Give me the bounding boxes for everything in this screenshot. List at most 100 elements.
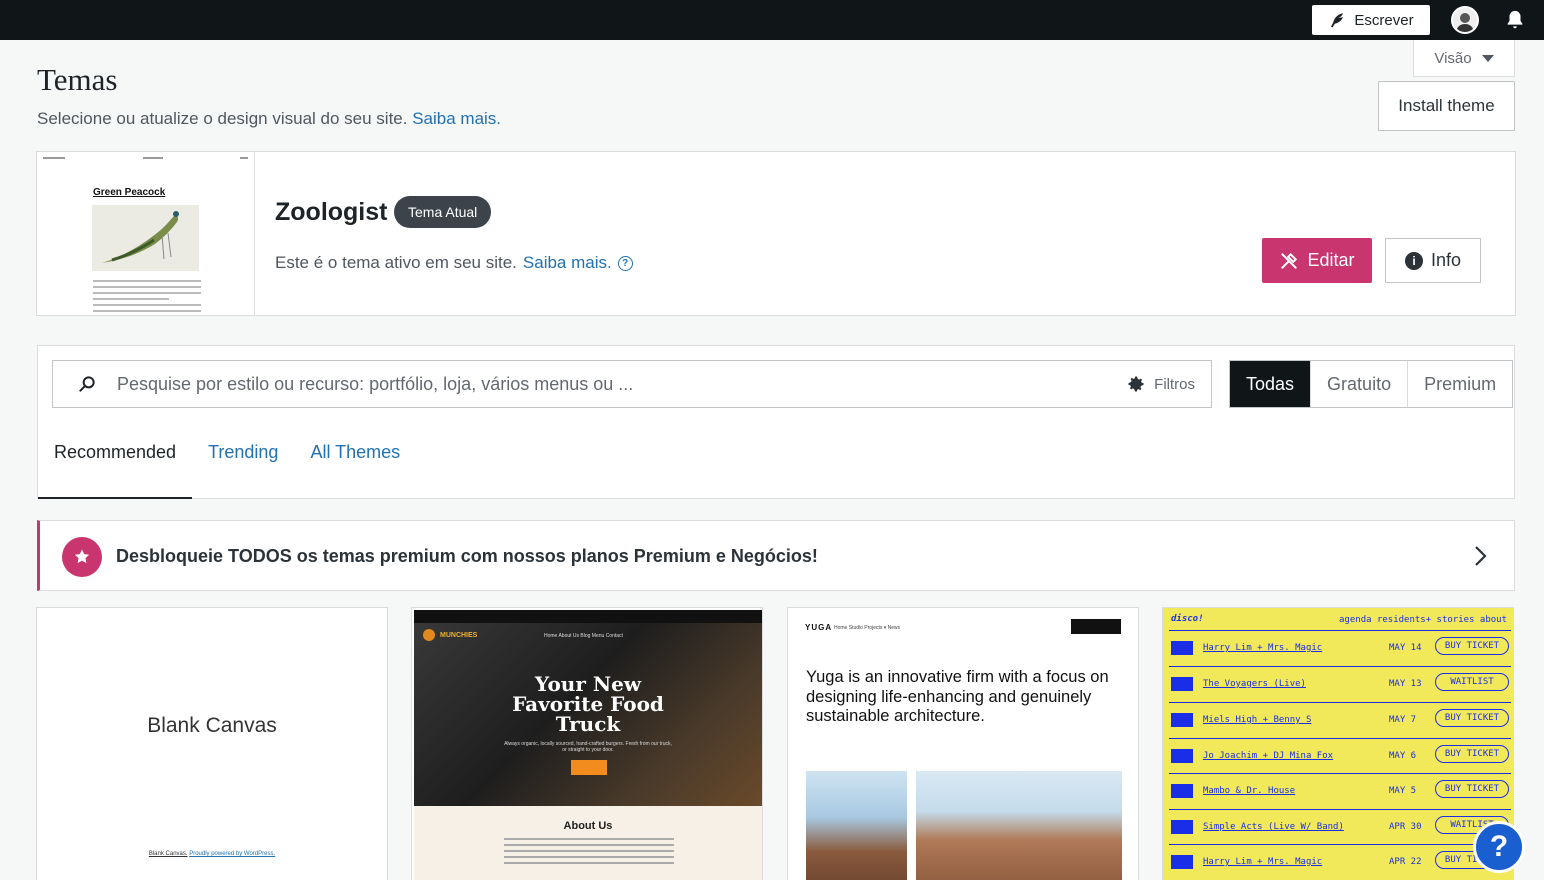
blank-canvas-title: Blank Canvas: [147, 714, 277, 737]
event-date: MAY 14: [1389, 643, 1422, 653]
food-truck-tagline: Always organic, locally sourced, hand-cr…: [504, 741, 672, 753]
user-avatar[interactable]: [1451, 6, 1479, 34]
feather-pen-icon: [1331, 13, 1344, 28]
event-name: Miels High + Benny S: [1203, 715, 1312, 725]
theme-card-disco[interactable]: disco! agenda residents+ stories about H…: [1162, 607, 1514, 880]
event-ticket: BUY TICKET: [1435, 709, 1509, 727]
event-thumb-icon: [1171, 677, 1193, 691]
current-theme-description: Este é o tema ativo em seu site. Saiba m…: [275, 253, 633, 273]
blank-canvas-footer-text: Proudly powered by WordPress.: [189, 851, 276, 857]
blank-canvas-footer-link: Blank Canvas.: [148, 851, 188, 857]
disco-event-row: Harry Lim + Mrs. Magic APR 22 BUY TICKET: [1169, 844, 1511, 879]
theme-info-button[interactable]: i Info: [1385, 238, 1481, 283]
yuga-headline: Yuga is an innovative firm with a focus …: [806, 668, 1109, 725]
event-date: APR 22: [1389, 857, 1422, 867]
disco-event-row: Jo Joachim + DJ Mina Fox MAY 6 BUY TICKE…: [1169, 738, 1511, 773]
page-subtitle: Selecione ou atualize o design visual do…: [37, 109, 501, 129]
search-icon: [79, 376, 95, 392]
theme-search-panel: Filtros Todas Gratuito Premium Recommend…: [37, 345, 1515, 499]
theme-info-label: Info: [1430, 250, 1462, 270]
page-title: Temas: [37, 62, 118, 97]
view-dropdown[interactable]: Visão: [1413, 40, 1515, 77]
filters-label: Filtros: [1154, 375, 1195, 393]
help-button[interactable]: ?: [1473, 821, 1525, 873]
current-theme-badge: Tema Atual: [394, 196, 492, 228]
disco-event-row: Mambo & Dr. House MAY 5 BUY TICKET: [1169, 773, 1511, 808]
learn-more-link[interactable]: Saiba mais.: [412, 109, 501, 128]
pricing-segmented-control: Todas Gratuito Premium: [1229, 360, 1514, 408]
thumbnail-nav: [43, 157, 248, 161]
event-thumb-icon: [1171, 749, 1193, 763]
current-theme-name: Zoologist: [275, 198, 388, 226]
current-theme-card: Green Peacock Zoologist Tema Atual Este …: [36, 151, 1516, 316]
event-ticket: BUY TICKET: [1435, 780, 1509, 798]
event-date: APR 30: [1389, 822, 1422, 832]
event-name: Harry Lim + Mrs. Magic: [1203, 643, 1323, 653]
food-truck-headline: Your New Favorite Food Truck: [512, 672, 664, 736]
disco-event-row: The Voyagers (Live) MAY 13 WAITLIST: [1169, 666, 1511, 701]
food-truck-topbar: [414, 610, 762, 623]
theme-card-blank-canvas[interactable]: Blank Canvas Blank Canvas. Proudly power…: [36, 607, 388, 880]
event-thumb-icon: [1171, 641, 1193, 655]
peacock-illustration: [92, 205, 199, 271]
yuga-brand: YUGA: [805, 623, 833, 632]
tools-icon: [1281, 252, 1298, 269]
yuga-cta: [1071, 619, 1121, 634]
install-theme-button[interactable]: Install theme: [1378, 81, 1515, 131]
event-date: MAY 6: [1389, 751, 1417, 761]
help-circle-icon[interactable]: ?: [617, 255, 633, 271]
event-name: Jo Joachim + DJ Mina Fox: [1203, 751, 1334, 761]
food-truck-brand: MUNCHIES: [440, 632, 478, 639]
tab-recommended[interactable]: Recommended: [38, 421, 193, 499]
yuga-building-photo-1: [806, 771, 907, 880]
disco-event-row: Miels High + Benny S MAY 7 BUY TICKET: [1169, 702, 1511, 737]
peacock-icon: [102, 211, 179, 263]
food-truck-about-title: About Us: [563, 820, 613, 832]
event-date: MAY 13: [1389, 679, 1422, 689]
theme-card-yuga[interactable]: YUGA Home Studio Projects ▾ News Yuga is…: [787, 607, 1139, 880]
food-truck-about: About Us: [414, 806, 762, 880]
event-thumb-icon: [1171, 713, 1193, 727]
disco-event-row: Harry Lim + Mrs. Magic MAY 14 BUY TICKET: [1169, 630, 1511, 665]
segment-gratuito[interactable]: Gratuito: [1311, 361, 1409, 407]
star-icon: [62, 537, 102, 577]
food-truck-cta: [571, 760, 607, 775]
avatar-portrait-icon: [1453, 8, 1477, 32]
theme-card-food-truck[interactable]: MUNCHIES Home About Us Blog Menu Contact…: [411, 607, 763, 880]
thumbnail-title: Green Peacock: [93, 187, 166, 198]
event-ticket: WAITLIST: [1435, 673, 1509, 691]
upsell-text: Desbloqueie TODOS os temas premium com n…: [116, 546, 818, 566]
current-theme-learn-more-link[interactable]: Saiba mais.: [523, 253, 612, 273]
event-name: Simple Acts (Live W/ Band): [1203, 822, 1344, 832]
event-date: MAY 7: [1389, 715, 1417, 725]
tab-all-themes[interactable]: All Themes: [294, 421, 416, 484]
edit-theme-button[interactable]: Editar: [1262, 238, 1372, 283]
event-ticket: BUY TICKET: [1435, 745, 1509, 763]
notifications-bell-icon[interactable]: [1504, 9, 1526, 31]
event-ticket: BUY TICKET: [1435, 637, 1509, 655]
disco-nav: agenda residents+ stories about: [1339, 615, 1507, 625]
write-button-label: Escrever: [1354, 11, 1414, 29]
disco-event-row: Simple Acts (Live W/ Band) APR 30 WAITLI…: [1169, 809, 1511, 844]
segment-premium[interactable]: Premium: [1408, 361, 1512, 407]
search-box: Filtros: [52, 360, 1212, 408]
yuga-nav: Home Studio Projects ▾ News: [834, 625, 901, 631]
write-button[interactable]: Escrever: [1312, 5, 1430, 35]
event-thumb-icon: [1171, 855, 1193, 869]
theme-tabs: Recommended Trending All Themes: [38, 436, 416, 499]
edit-theme-label: Editar: [1307, 250, 1355, 270]
segment-todas[interactable]: Todas: [1230, 361, 1312, 407]
search-input[interactable]: [117, 373, 1097, 395]
tab-trending[interactable]: Trending: [192, 421, 294, 484]
view-dropdown-label: Visão: [1434, 49, 1472, 67]
current-theme-description-text: Este é o tema ativo em seu site.: [275, 253, 517, 272]
event-thumb-icon: [1171, 820, 1193, 834]
filters-button[interactable]: Filtros: [1126, 374, 1195, 394]
premium-upsell-banner[interactable]: Desbloqueie TODOS os temas premium com n…: [37, 520, 1515, 591]
current-theme-thumbnail[interactable]: Green Peacock: [37, 152, 255, 315]
event-date: MAY 5: [1389, 786, 1417, 796]
event-name: The Voyagers (Live): [1203, 679, 1306, 689]
food-truck-nav: Home About Us Blog Menu Contact: [544, 633, 623, 639]
disco-brand: disco!: [1171, 614, 1204, 624]
yuga-building-photo-2: [916, 771, 1122, 880]
